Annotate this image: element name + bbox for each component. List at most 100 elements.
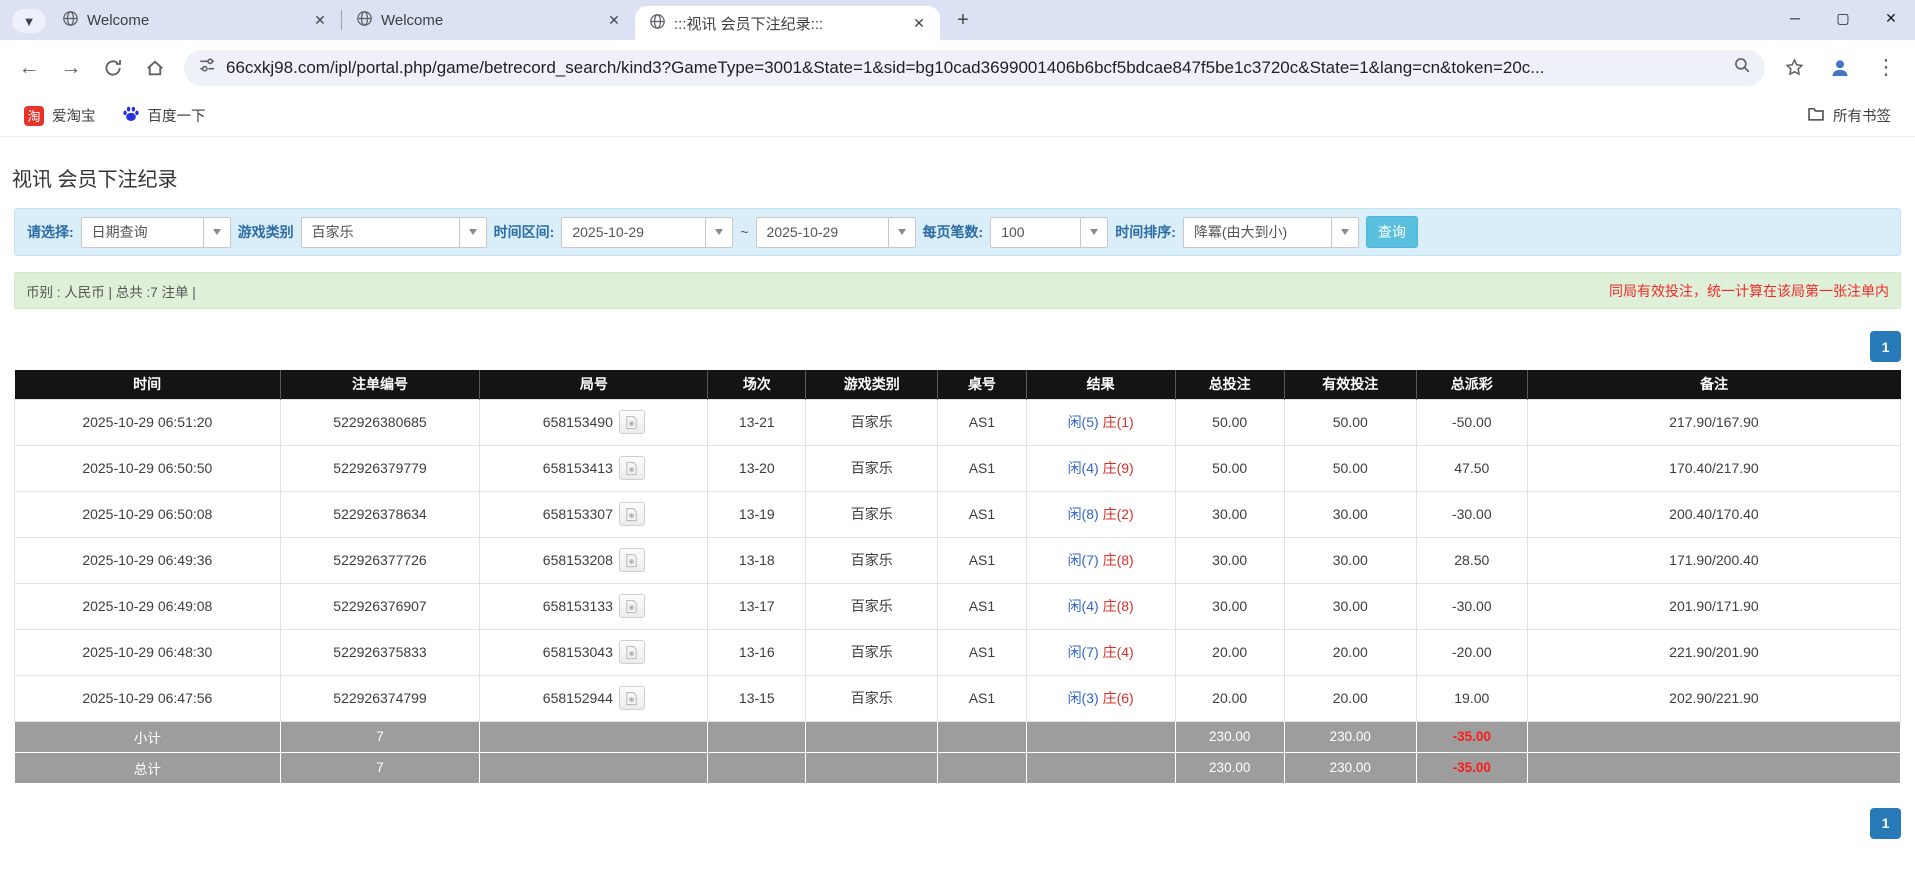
close-icon[interactable]: ✕ <box>908 12 930 34</box>
result-banker: 庄(1) <box>1102 414 1134 430</box>
cell-payout: -50.00 <box>1415 398 1528 446</box>
bookmark-baidu[interactable]: 百度一下 <box>114 101 214 131</box>
table-header-row: 时间 注单编号 局号 场次 游戏类别 桌号 结果 总投注 有效投注 总派彩 备注 <box>14 370 1901 399</box>
site-info-icon[interactable] <box>198 56 216 79</box>
browser-tab-2[interactable]: Welcome ✕ <box>342 0 635 40</box>
summary-empty-cell <box>707 751 807 784</box>
page-size-select[interactable]: 100 <box>990 216 1109 248</box>
page-1-button[interactable]: 1 <box>1870 331 1901 362</box>
cell-round-id: 658153208 <box>479 536 709 584</box>
chevron-down-icon <box>1330 217 1358 247</box>
chevron-down-icon <box>887 217 915 247</box>
toolbar-right: ⋮ <box>1773 47 1907 89</box>
cell-time: 2025-10-29 06:49:08 <box>14 582 281 630</box>
chevron-down-icon[interactable]: ▼ <box>12 9 46 33</box>
all-bookmarks-button[interactable]: 所有书签 <box>1799 101 1899 131</box>
forward-icon[interactable]: → <box>50 47 92 89</box>
cell-remark: 200.40/170.40 <box>1526 490 1902 538</box>
game-type-select[interactable]: 百家乐 <box>300 216 487 248</box>
cell-game-type: 百家乐 <box>805 628 939 676</box>
cell-total-bet[interactable]: 20.00 <box>1174 628 1285 676</box>
sort-select[interactable]: 降冪(由大到小) <box>1182 216 1359 248</box>
search-button[interactable]: 查询 <box>1365 216 1418 248</box>
round-number: 658153413 <box>542 460 613 476</box>
result-player: 闲(4) <box>1067 598 1099 614</box>
total-row: 总计 7 230.00 230.00 -35.00 <box>14 751 1902 784</box>
summary-empty-cell <box>479 751 709 784</box>
cell-total-bet[interactable]: 20.00 <box>1174 674 1285 722</box>
summary-payout: -35.00 <box>1415 720 1528 753</box>
menu-icon[interactable]: ⋮ <box>1865 47 1907 89</box>
bookmark-star-icon[interactable] <box>1773 47 1815 89</box>
cell-total-bet[interactable]: 50.00 <box>1174 398 1285 446</box>
result-banker: 庄(8) <box>1102 598 1134 614</box>
video-replay-icon[interactable] <box>618 456 645 480</box>
select-label: 请选择: <box>27 224 74 240</box>
new-tab-button[interactable]: + <box>948 5 978 35</box>
back-icon[interactable]: ← <box>8 47 50 89</box>
sort-label: 时间排序: <box>1115 224 1176 240</box>
close-window-icon[interactable]: ✕ <box>1867 0 1915 36</box>
url-text[interactable]: 66cxkj98.com/ipl/portal.php/game/betreco… <box>226 58 1723 78</box>
query-type-select[interactable]: 日期查询 <box>80 216 231 248</box>
summary-label: 小计 <box>14 720 281 753</box>
cell-valid-bet: 30.00 <box>1283 582 1417 630</box>
summary-label: 总计 <box>14 751 281 784</box>
query-type-value: 日期查询 <box>91 224 148 240</box>
cell-total-bet[interactable]: 30.00 <box>1174 490 1285 538</box>
result-player: 闲(7) <box>1067 552 1099 568</box>
cell-bet-id: 522926379779 <box>279 444 481 492</box>
cell-payout: 47.50 <box>1415 444 1528 492</box>
cell-time: 2025-10-29 06:50:08 <box>14 490 281 538</box>
cell-payout: 28.50 <box>1415 536 1528 584</box>
minimize-icon[interactable]: ─ <box>1771 0 1819 36</box>
video-replay-icon[interactable] <box>618 548 645 572</box>
zoom-icon[interactable] <box>1733 56 1751 79</box>
close-icon[interactable]: ✕ <box>603 9 625 31</box>
cell-valid-bet: 50.00 <box>1283 444 1417 492</box>
cell-table-no: AS1 <box>937 582 1027 630</box>
cell-session: 13-17 <box>707 582 807 630</box>
table-row: 2025-10-29 06:49:36 522926377726 658153208… <box>14 536 1902 584</box>
column-header: 局号 <box>479 370 708 399</box>
cell-total-bet[interactable]: 30.00 <box>1174 536 1285 584</box>
profile-icon[interactable] <box>1819 47 1861 89</box>
result-player: 闲(5) <box>1067 414 1099 430</box>
cell-game-type: 百家乐 <box>805 490 939 538</box>
column-header: 备注 <box>1526 370 1901 399</box>
url-bar[interactable]: 66cxkj98.com/ipl/portal.php/game/betreco… <box>184 49 1765 86</box>
date-to-select[interactable]: 2025-10-29 <box>755 216 916 248</box>
summary-payout: -35.00 <box>1415 751 1528 784</box>
result-player: 闲(7) <box>1067 644 1099 660</box>
browser-tab-1[interactable]: Welcome ✕ <box>48 0 341 40</box>
home-icon[interactable] <box>134 47 176 89</box>
page-1-button[interactable]: 1 <box>1870 807 1901 839</box>
reload-icon[interactable] <box>92 47 134 89</box>
round-number: 658153043 <box>542 644 613 660</box>
date-from-select[interactable]: 2025-10-29 <box>561 216 734 248</box>
tab-strip: ▼ Welcome ✕ Welcome ✕ :::视讯 会员下注纪录::: ✕ … <box>0 0 1915 40</box>
video-replay-icon[interactable] <box>618 686 645 710</box>
maximize-icon[interactable]: ▢ <box>1819 0 1867 36</box>
close-icon[interactable]: ✕ <box>309 9 331 31</box>
cell-total-bet[interactable]: 50.00 <box>1174 444 1285 492</box>
summary-total-bet: 230.00 <box>1174 751 1285 784</box>
result-banker: 庄(2) <box>1102 506 1134 522</box>
video-replay-icon[interactable] <box>618 502 645 526</box>
cell-result: 闲(7) 庄(4) <box>1025 628 1176 676</box>
table-row: 2025-10-29 06:48:30 522926375833 658153043… <box>14 628 1902 676</box>
browser-tab-active[interactable]: :::视讯 会员下注纪录::: ✕ <box>635 6 940 40</box>
taobao-icon: 淘 <box>24 105 44 126</box>
cell-session: 13-19 <box>707 490 807 538</box>
video-replay-icon[interactable] <box>618 640 645 664</box>
video-replay-icon[interactable] <box>618 594 645 618</box>
cell-table-no: AS1 <box>937 628 1027 676</box>
video-replay-icon[interactable] <box>618 410 645 434</box>
cell-bet-id: 522926375833 <box>279 628 481 676</box>
cell-result: 闲(3) 庄(6) <box>1025 674 1176 722</box>
result-player: 闲(8) <box>1067 506 1099 522</box>
bookmark-taobao[interactable]: 淘 爱淘宝 <box>16 101 104 130</box>
round-number: 658153133 <box>542 598 613 614</box>
cell-session: 13-21 <box>707 398 807 446</box>
cell-total-bet[interactable]: 30.00 <box>1174 582 1285 630</box>
